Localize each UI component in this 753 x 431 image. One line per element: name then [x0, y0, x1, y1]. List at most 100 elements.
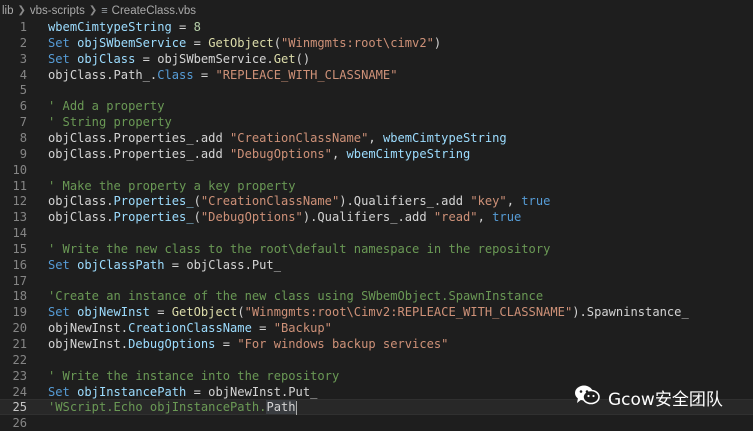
code-line[interactable]: 21 objNewInst.DebugOptions = "For windows… — [0, 336, 753, 352]
code-token: ' Add a property — [48, 99, 165, 114]
line-number: 22 — [12, 352, 27, 367]
code-token: ' String property — [48, 115, 172, 130]
code-token: 8 — [193, 20, 201, 34]
line-number: 19 — [12, 305, 27, 320]
code-line[interactable]: 10 — [0, 162, 753, 178]
code-text: objNewInst.CreationClassName = "Backup" — [48, 320, 332, 336]
code-token: "CreationClassName" — [230, 130, 369, 145]
code-token: objClass — [77, 51, 136, 66]
code-token: ( — [273, 35, 281, 50]
code-line[interactable]: 12 objClass.Properties_("CreationClassNam… — [0, 193, 753, 209]
line-number: 20 — [12, 321, 27, 336]
code-line[interactable]: 1 wbemCimtypeString = 8 — [0, 19, 753, 35]
code-line[interactable]: 5 — [0, 82, 753, 98]
code-token: Set — [48, 305, 70, 320]
code-token: , — [506, 194, 522, 209]
line-number: 21 — [12, 337, 27, 351]
code-token: objClass.Properties_.add — [48, 146, 231, 161]
code-line[interactable]: 18 'Create an instance of the new class u… — [0, 288, 753, 304]
code-token: = objClass.Put_ — [164, 257, 281, 272]
code-token: () — [295, 51, 311, 66]
code-token: GetObject — [208, 35, 274, 50]
code-editor[interactable]: 1 wbemCimtypeString = 8 2 Set objSWbemServi… — [0, 19, 753, 431]
code-line[interactable]: 6 ' Add a property — [0, 98, 753, 114]
line-number: 16 — [12, 257, 27, 272]
breadcrumb-item-file[interactable]: CreateClass.vbs — [112, 5, 196, 17]
code-token: Properties_ — [113, 194, 194, 209]
code-line[interactable]: 11 ' Make the property a key property — [0, 178, 753, 194]
line-number: 17 — [12, 273, 27, 288]
code-token: wbemCimtypeString — [346, 146, 471, 161]
code-token: objSWbemService — [77, 35, 187, 50]
code-text: Set objInstancePath = objNewInst.Put_ — [48, 384, 317, 400]
code-line[interactable]: 17 — [0, 273, 753, 289]
code-text: objClass.Properties_.add "DebugOptions",… — [48, 146, 470, 162]
code-token: Get — [273, 51, 296, 66]
code-line[interactable]: 8 objClass.Properties_.add "CreationClass… — [0, 130, 753, 146]
code-line[interactable]: 13 objClass.Properties_("DebugOptions").Q… — [0, 209, 753, 225]
code-token: Class — [157, 67, 194, 82]
code-token: "key" — [470, 194, 507, 209]
code-text: ' Write the new class to the root\defaul… — [48, 241, 550, 257]
code-token: objInstancePath — [77, 384, 187, 399]
breadcrumb: lib ❯ vbs-scripts ❯ ≡ CreateClass.vbs — [0, 0, 753, 21]
code-text: ' Add a property — [48, 98, 165, 114]
code-text: Set objClass = objSWbemService.Get() — [48, 51, 310, 67]
code-token: = — [215, 337, 238, 351]
code-token: = objNewInst.Put_ — [186, 384, 318, 399]
code-token: "Backup" — [273, 321, 332, 336]
line-number: 2 — [19, 35, 27, 50]
code-line[interactable]: 19 Set objNewInst = GetObject("Winmgmts:r… — [0, 304, 753, 320]
code-line[interactable]: 14 — [0, 225, 753, 241]
code-token: objClass. — [48, 194, 114, 209]
line-number: 8 — [19, 130, 27, 145]
code-token: Set — [48, 257, 70, 272]
code-line[interactable]: 7 ' String property — [0, 114, 753, 130]
code-token: objClass.Path_. — [48, 67, 158, 82]
line-number: 7 — [19, 115, 27, 130]
code-token: = objSWbemService. — [135, 51, 274, 66]
code-line[interactable]: 3 Set objClass = objSWbemService.Get() — [0, 51, 753, 67]
code-token: "For windows backup services" — [237, 337, 449, 351]
code-text: Set objClassPath = objClass.Put_ — [48, 257, 281, 273]
code-token: ' Write the new class to the root\defaul… — [48, 241, 551, 256]
breadcrumb-item-folder[interactable]: vbs-scripts — [30, 5, 85, 17]
code-token: objNewInst — [77, 305, 150, 320]
code-token: ).Qualifiers_.add — [339, 194, 471, 209]
line-number: 9 — [19, 146, 27, 161]
text-cursor — [295, 400, 297, 415]
code-line[interactable]: 16 Set objClassPath = objClass.Put_ — [0, 257, 753, 273]
code-text: objClass.Properties_("DebugOptions").Qua… — [48, 209, 521, 225]
code-token: CreationClassName — [128, 321, 252, 336]
line-number: 15 — [12, 241, 27, 256]
line-number: 13 — [12, 210, 27, 225]
code-line[interactable]: 22 — [0, 352, 753, 368]
code-token: 'Create an instance of the new class usi… — [48, 289, 544, 304]
code-token: "CreationClassName" — [200, 194, 340, 209]
code-token: "REPLEACE_WITH_CLASSNAME" — [215, 67, 398, 82]
code-token: ' Make the property a key property — [48, 178, 296, 193]
code-token: true — [492, 210, 522, 225]
line-number: 26 — [12, 416, 27, 431]
code-line[interactable]: 2 Set objSWbemService = GetObject("Winmgm… — [0, 35, 753, 51]
code-token: = — [186, 35, 209, 50]
watermark-text: Gcow安全团队 — [608, 389, 723, 410]
code-token: Set — [48, 35, 70, 50]
code-token: , — [368, 130, 383, 145]
code-token: "Winmgmts:root\Cimv2:REPLEACE_WITH_CLASS… — [244, 305, 573, 320]
code-text: Set objSWbemService = GetObject("Winmgmt… — [48, 35, 441, 51]
code-token: ' Write the instance into the repository — [48, 368, 340, 383]
code-token: "DebugOptions" — [200, 210, 303, 225]
chevron-right-icon: ❯ — [17, 5, 26, 16]
lines-icon: ≡ — [101, 4, 108, 17]
code-token: objNewInst. — [48, 321, 129, 336]
code-line[interactable]: 15 ' Write the new class to the root\defa… — [0, 241, 753, 257]
code-line[interactable]: 20 objNewInst.CreationClassName = "Backup… — [0, 320, 753, 336]
watermark: Gcow安全团队 — [574, 382, 723, 412]
code-line[interactable]: 26 — [0, 415, 753, 431]
code-token: ).Qualifiers_.add — [302, 210, 434, 225]
code-line[interactable]: 4 objClass.Path_.Class = "REPLEACE_WITH_C… — [0, 67, 753, 83]
code-token: "DebugOptions" — [230, 146, 332, 161]
breadcrumb-item-lib[interactable]: lib — [2, 5, 14, 17]
code-line[interactable]: 9 objClass.Properties_.add "DebugOptions"… — [0, 146, 753, 162]
